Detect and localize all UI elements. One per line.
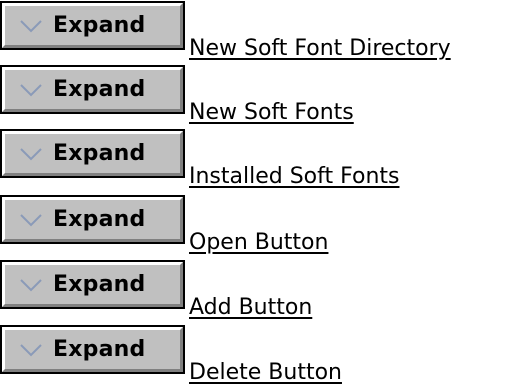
topic-link[interactable]: Installed Soft Fonts — [189, 164, 399, 189]
expand-button[interactable]: Expand — [0, 129, 185, 178]
chevron-down-icon — [19, 340, 43, 360]
topic-row: Expand Installed Soft Fonts — [0, 128, 513, 192]
topic-link[interactable]: Add Button — [189, 295, 312, 320]
expand-button-label: Expand — [53, 272, 146, 297]
expand-button[interactable]: Expand — [0, 1, 185, 50]
topic-row: Expand Open Button — [0, 194, 513, 258]
topic-link[interactable]: New Soft Font Directory — [189, 36, 451, 61]
expand-button-label: Expand — [53, 141, 146, 166]
expand-button[interactable]: Expand — [0, 260, 185, 309]
expand-button[interactable]: Expand — [0, 195, 185, 244]
topic-row: Expand Add Button — [0, 259, 513, 323]
chevron-down-icon — [19, 16, 43, 36]
expand-button-label: Expand — [53, 337, 146, 362]
expand-button[interactable]: Expand — [0, 65, 185, 114]
chevron-down-icon — [19, 80, 43, 100]
topic-row: Expand Delete Button — [0, 324, 513, 388]
topic-list: Expand New Soft Font Directory Expand Ne… — [0, 0, 513, 390]
expand-button-label: Expand — [53, 13, 146, 38]
topic-row: Expand New Soft Font Directory — [0, 0, 513, 64]
topic-link[interactable]: Delete Button — [189, 360, 342, 385]
expand-button[interactable]: Expand — [0, 325, 185, 374]
topic-link[interactable]: New Soft Fonts — [189, 100, 354, 125]
chevron-down-icon — [19, 144, 43, 164]
topic-row: Expand New Soft Fonts — [0, 64, 513, 128]
expand-button-label: Expand — [53, 77, 146, 102]
chevron-down-icon — [19, 210, 43, 230]
expand-button-label: Expand — [53, 207, 146, 232]
chevron-down-icon — [19, 275, 43, 295]
topic-link[interactable]: Open Button — [189, 230, 328, 255]
